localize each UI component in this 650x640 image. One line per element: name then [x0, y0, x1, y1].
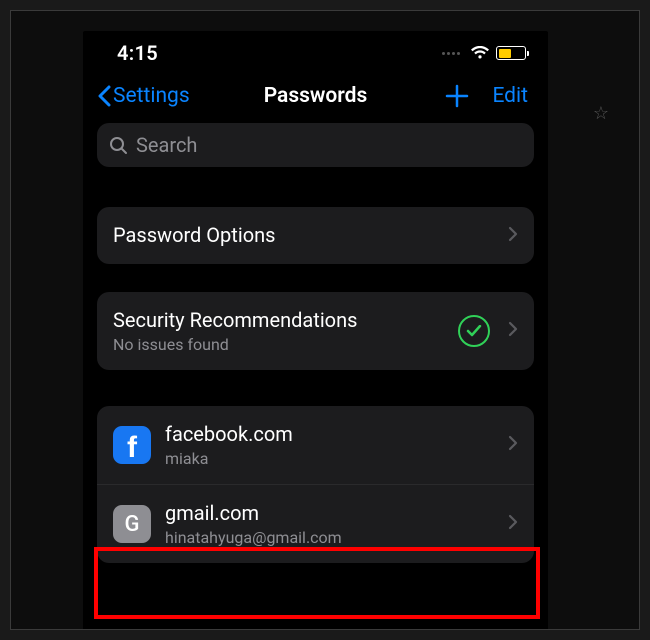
status-indicators — [442, 46, 526, 60]
security-group: Security Recommendations No issues found — [97, 292, 534, 370]
search-bar[interactable] — [97, 123, 534, 167]
outer-frame: ☆ 4:15 Settings Passwords — [10, 10, 640, 630]
add-button[interactable] — [444, 83, 470, 109]
battery-icon — [496, 46, 526, 60]
status-time: 4:15 — [117, 41, 158, 65]
account-user: miaka — [165, 449, 498, 468]
account-row-facebook[interactable]: f facebook.com miaka — [97, 406, 534, 484]
chevron-right-icon — [508, 226, 518, 246]
password-options-row[interactable]: Password Options — [97, 207, 534, 264]
chevron-right-icon — [508, 514, 518, 534]
account-site: facebook.com — [165, 422, 498, 447]
search-icon — [109, 136, 128, 155]
background-star-icon: ☆ — [593, 103, 609, 124]
status-bar: 4:15 — [83, 31, 548, 71]
options-group: Password Options — [97, 207, 534, 264]
row-title: Password Options — [113, 223, 498, 248]
chevron-right-icon — [508, 435, 518, 455]
checkmark-badge-icon — [458, 315, 490, 347]
back-button[interactable]: Settings — [97, 84, 190, 108]
nav-actions: Edit — [444, 83, 528, 109]
nav-bar: Settings Passwords Edit — [83, 71, 548, 123]
generic-app-icon: G — [113, 505, 151, 543]
cellular-dots-icon — [442, 52, 460, 55]
security-recommendations-row[interactable]: Security Recommendations No issues found — [97, 292, 534, 370]
account-site: gmail.com — [165, 501, 498, 526]
chevron-left-icon — [97, 85, 111, 107]
back-label: Settings — [113, 84, 190, 108]
plus-icon — [444, 83, 470, 109]
phone-screen: 4:15 Settings Passwords Edit — [83, 31, 548, 630]
account-user: hinatahyuga@gmail.com — [165, 528, 498, 547]
search-container — [83, 123, 548, 167]
row-subtitle: No issues found — [113, 335, 458, 354]
wifi-icon — [470, 46, 490, 60]
edit-button[interactable]: Edit — [492, 84, 528, 108]
account-row-gmail[interactable]: G gmail.com hinatahyuga@gmail.com — [97, 484, 534, 563]
accounts-group: f facebook.com miaka G gmail.com hinatah… — [97, 406, 534, 563]
facebook-app-icon: f — [113, 426, 151, 464]
chevron-right-icon — [508, 321, 518, 341]
row-title: Security Recommendations — [113, 308, 458, 333]
search-input[interactable] — [136, 133, 522, 157]
